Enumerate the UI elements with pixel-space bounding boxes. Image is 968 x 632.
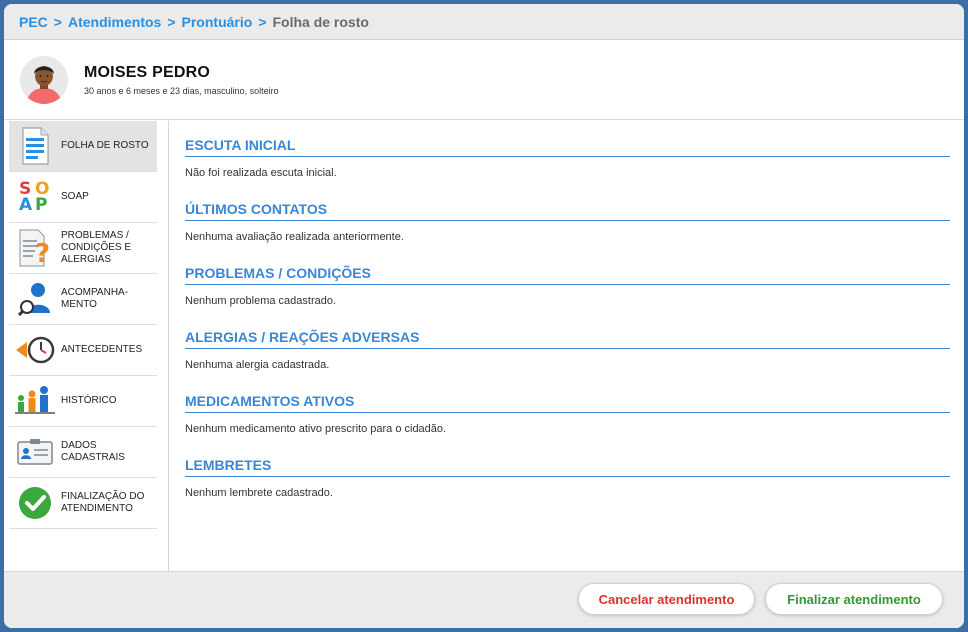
sidebar-item-soap[interactable]: S O A P SOAP	[9, 172, 157, 223]
sidebar-item-historico[interactable]: HISTÓRICO	[9, 376, 157, 427]
section-text: Nenhum problema cadastrado.	[185, 295, 337, 307]
id-card-icon	[13, 430, 57, 474]
sidebar-item-acompanhamento[interactable]: ACOMPANHA- MENTO	[9, 274, 157, 325]
section-alergias: ALERGIAS / REAÇÕES ADVERSAS Nenhuma aler…	[185, 329, 950, 371]
person-search-icon	[13, 277, 57, 321]
breadcrumb-separator: >	[258, 13, 267, 30]
sidebar-item-folha-de-rosto[interactable]: FOLHA DE ROSTO	[9, 121, 157, 172]
section-title: ÚLTIMOS CONTATOS	[185, 201, 950, 221]
section-text: Não foi realizada escuta inicial.	[185, 167, 337, 179]
section-text: Nenhum lembrete cadastrado.	[185, 487, 333, 499]
section-text: Nenhuma alergia cadastrada.	[185, 359, 330, 371]
section-lembretes: LEMBRETES Nenhum lembrete cadastrado.	[185, 457, 950, 499]
soap-letter-p: P	[35, 195, 48, 215]
section-title: PROBLEMAS / CONDIÇÕES	[185, 265, 950, 285]
sidebar-item-dados-cadastrais[interactable]: DADOS CADASTRAIS	[9, 427, 157, 478]
section-title: ESCUTA INICIAL	[185, 137, 950, 157]
breadcrumb-link-prontuario[interactable]: Prontuário	[182, 14, 253, 30]
sidebar-item-problemas[interactable]: ? PROBLEMAS / CONDIÇÕES E ALERGIAS	[9, 223, 157, 274]
problem-document-icon: ?	[13, 226, 57, 270]
sidebar-nav: FOLHA DE ROSTO S O A P SOAP ? PROBLEMAS …	[4, 121, 169, 571]
section-title: ALERGIAS / REAÇÕES ADVERSAS	[185, 329, 950, 349]
check-circle-icon	[13, 481, 57, 525]
sidebar-item-label: ACOMPANHA- MENTO	[61, 287, 129, 310]
svg-text:?: ?	[35, 239, 50, 268]
sidebar-item-finalizacao[interactable]: FINALIZAÇÃO DO ATENDIMENTO	[9, 478, 157, 529]
sidebar-item-label: HISTÓRICO	[61, 395, 117, 406]
folha-de-rosto-content: ESCUTA INICIAL Não foi realizada escuta …	[185, 137, 950, 521]
finish-attendance-button[interactable]: Finalizar atendimento	[765, 583, 943, 615]
clock-back-icon	[13, 328, 57, 372]
footer-bar: Cancelar atendimento Finalizar atendimen…	[4, 571, 964, 628]
patient-details: 30 anos e 6 meses e 23 dias, masculino, …	[84, 85, 279, 96]
section-medicamentos-ativos: MEDICAMENTOS ATIVOS Nenhum medicamento a…	[185, 393, 950, 435]
sidebar-item-antecedentes[interactable]: ANTECEDENTES	[9, 325, 157, 376]
sidebar-item-label: FOLHA DE ROSTO	[61, 140, 149, 151]
main-area: FOLHA DE ROSTO S O A P SOAP ? PROBLEMAS …	[4, 121, 964, 571]
section-text: Nenhuma avaliação realizada anteriorment…	[185, 231, 404, 243]
section-escuta-inicial: ESCUTA INICIAL Não foi realizada escuta …	[185, 137, 950, 179]
section-ultimos-contatos: ÚLTIMOS CONTATOS Nenhuma avaliação reali…	[185, 201, 950, 243]
patient-header: MOISES PEDRO 30 anos e 6 meses e 23 dias…	[4, 40, 964, 120]
sidebar-item-label: SOAP	[61, 191, 89, 202]
sidebar-item-label: PROBLEMAS / CONDIÇÕES E ALERGIAS	[61, 230, 132, 265]
family-history-icon	[13, 379, 57, 423]
breadcrumb-current: Folha de rosto	[272, 13, 369, 30]
breadcrumb-separator: >	[167, 13, 176, 30]
breadcrumb: PEC > Atendimentos > Prontuário > Folha …	[4, 4, 964, 40]
user-avatar-icon	[20, 55, 68, 104]
section-problemas-condicoes: PROBLEMAS / CONDIÇÕES Nenhum problema ca…	[185, 265, 950, 307]
breadcrumb-separator: >	[53, 13, 62, 30]
sidebar-item-label: ANTECEDENTES	[61, 344, 143, 355]
breadcrumb-link-pec[interactable]: PEC	[19, 14, 48, 30]
document-icon	[13, 124, 57, 168]
sidebar-item-label: FINALIZAÇÃO DO ATENDIMENTO	[61, 491, 145, 514]
section-title: MEDICAMENTOS ATIVOS	[185, 393, 950, 413]
app-window: PEC > Atendimentos > Prontuário > Folha …	[4, 4, 964, 628]
section-text: Nenhum medicamento ativo prescrito para …	[185, 423, 447, 435]
soap-letter-a: A	[19, 195, 33, 215]
section-title: LEMBRETES	[185, 457, 950, 477]
cancel-attendance-button[interactable]: Cancelar atendimento	[578, 583, 755, 615]
patient-name: MOISES PEDRO	[84, 63, 210, 81]
sidebar-item-label: DADOS CADASTRAIS	[61, 440, 125, 463]
soap-icon: S O A P	[13, 175, 57, 219]
breadcrumb-link-atendimentos[interactable]: Atendimentos	[68, 14, 161, 30]
